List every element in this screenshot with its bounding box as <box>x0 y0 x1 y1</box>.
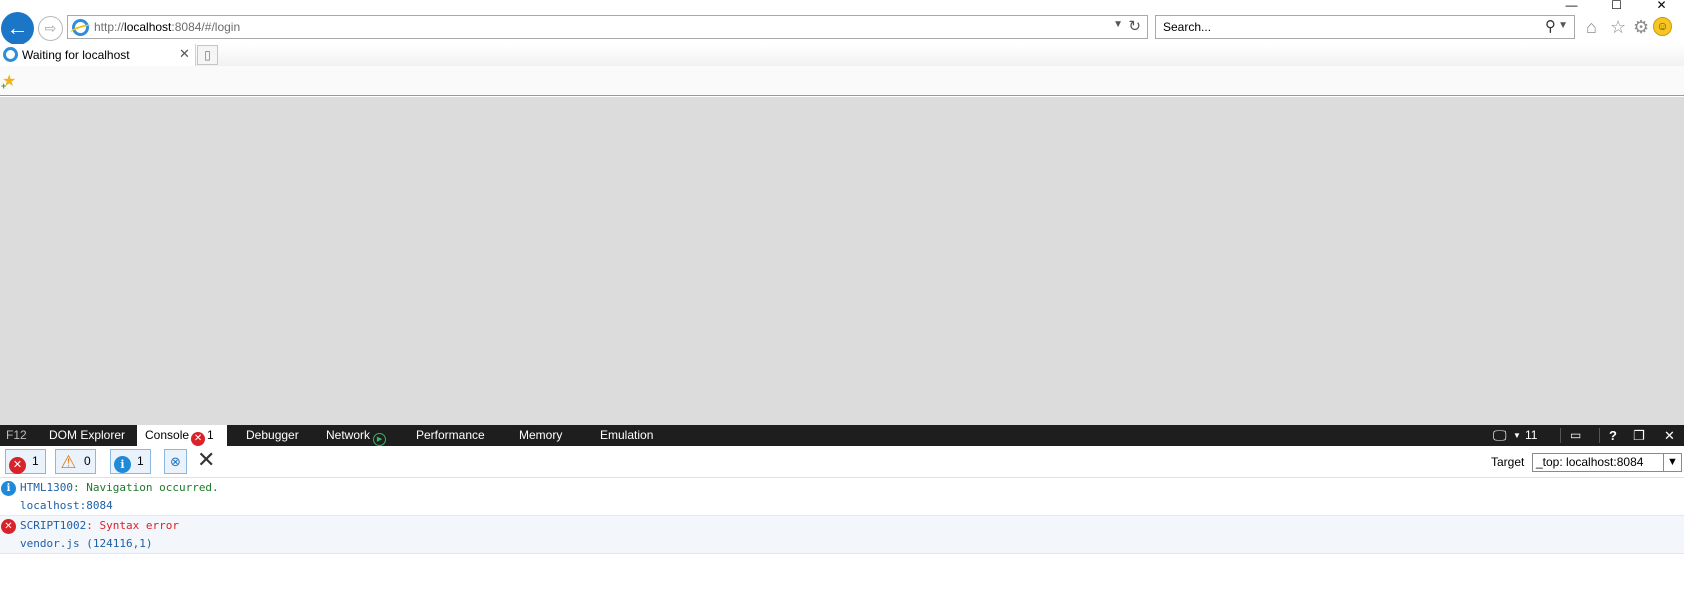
minimize-button[interactable]: — <box>1549 0 1594 12</box>
gear-icon[interactable]: ⚙ <box>1633 17 1649 37</box>
target-select[interactable]: _top: localhost:8084 ▼ <box>1532 453 1682 472</box>
favorites-bar: ★ + <box>0 66 1684 96</box>
message-code[interactable]: HTML1300 <box>20 481 73 494</box>
console-toggle-icon[interactable]: ▭ <box>1570 425 1581 446</box>
tab-strip: Waiting for localhost ✕ ▯ <box>0 44 1684 66</box>
back-arrow-icon: ← <box>6 15 29 40</box>
close-icon[interactable]: ✕ <box>179 46 190 62</box>
warnings-count: 0 <box>84 454 91 468</box>
help-button[interactable]: ? <box>1609 425 1617 446</box>
chevron-down-icon[interactable]: ▼ <box>1113 19 1123 30</box>
navigation-bar: ← ⇨ http://localhost:8084/#/login ▼ ↻ Se… <box>0 12 1684 45</box>
url-path: :8084/#/login <box>171 20 241 34</box>
info-icon: i <box>114 456 131 473</box>
message-source-link[interactable]: vendor.js (124116,1) <box>20 537 152 550</box>
tab-network[interactable]: Network ▶ <box>326 425 387 446</box>
error-icon: ✕ <box>9 457 26 474</box>
tab-console-label: Console <box>145 428 190 442</box>
message-line: HTML1300: Navigation occurred. <box>20 481 219 494</box>
warning-icon: ⚠ <box>60 452 77 472</box>
search-icon[interactable]: ⚲ <box>1545 17 1556 35</box>
ie-logo-icon <box>72 19 89 36</box>
warnings-filter-button[interactable]: ⚠ 0 <box>55 449 96 474</box>
url-text[interactable]: http://localhost:8084/#/login <box>94 20 240 34</box>
info-filter-button[interactable]: i1 <box>110 449 151 474</box>
console-error-count: 1 <box>207 428 214 442</box>
chevron-down-icon[interactable]: ▼ <box>1513 425 1521 446</box>
tab-debugger[interactable]: Debugger <box>246 425 299 446</box>
new-tab-icon: ▯ <box>204 48 211 62</box>
error-icon: ✕ <box>191 432 206 446</box>
message-text: : Syntax error <box>86 519 179 532</box>
clear-on-navigate-button[interactable]: ⊗ <box>164 449 187 474</box>
message-text: : Navigation occurred. <box>72 481 219 494</box>
back-button[interactable]: ← <box>1 12 34 45</box>
console-toolbar: ✕ 1 ⚠ 0 i1 ⊗ ✕ Target _top: localhost:8084… <box>0 446 1684 478</box>
search-box[interactable]: Search... ⚲ ▼ <box>1155 15 1575 39</box>
errors-filter-button[interactable]: ✕ 1 <box>5 449 46 474</box>
favorites-star-icon[interactable]: ☆ <box>1610 17 1626 37</box>
new-tab-button[interactable]: ▯ <box>197 45 218 65</box>
errors-count: 1 <box>32 454 39 468</box>
target-value: _top: localhost:8084 <box>1536 455 1644 469</box>
tab-dom-explorer[interactable]: DOM Explorer <box>49 425 125 446</box>
url-host: localhost <box>124 20 172 34</box>
chevron-down-icon[interactable]: ▼ <box>1558 20 1568 31</box>
url-prefix: http:// <box>94 20 125 34</box>
forward-button[interactable]: ⇨ <box>38 16 63 41</box>
target-label: Target <box>1491 455 1525 469</box>
info-icon: i <box>1 481 16 496</box>
play-icon: ▶ <box>373 433 387 446</box>
info-count: 1 <box>137 454 144 468</box>
close-devtools-icon[interactable]: ✕ <box>1664 425 1675 446</box>
tab-network-label: Network <box>326 428 371 442</box>
search-input[interactable]: Search... <box>1163 20 1211 34</box>
tab-console[interactable]: Console ✕ 1 <box>137 425 227 446</box>
ie-logo-icon <box>3 47 18 62</box>
console-message: ✕ SCRIPT1002: Syntax error vendor.js (12… <box>0 516 1684 554</box>
browser-tab[interactable]: Waiting for localhost ✕ <box>0 44 196 66</box>
monitor-icon[interactable]: 🖵 <box>1493 425 1507 446</box>
devtools-f12-label: F12 <box>6 428 27 442</box>
error-icon: ✕ <box>1 519 16 534</box>
maximize-button[interactable]: ☐ <box>1594 0 1639 12</box>
undock-icon[interactable]: ❐ <box>1633 425 1645 446</box>
devtools-tab-bar: F12 DOM Explorer Console ✕ 1 Debugger Netw… <box>0 425 1684 446</box>
window-controls: — ☐ ✕ <box>1549 0 1684 12</box>
clear-console-icon[interactable]: ✕ <box>197 448 215 472</box>
forward-arrow-icon: ⇨ <box>44 20 57 36</box>
home-icon[interactable]: ⌂ <box>1586 17 1597 37</box>
chevron-down-icon[interactable]: ▼ <box>1663 454 1681 471</box>
console-message: i HTML1300: Navigation occurred. localho… <box>0 478 1684 516</box>
document-mode[interactable]: 11 <box>1525 425 1537 446</box>
feedback-smiley-icon[interactable]: ☺ <box>1653 17 1672 36</box>
plus-icon: + <box>1 81 7 91</box>
address-bar[interactable]: http://localhost:8084/#/login ▼ ↻ <box>67 15 1148 39</box>
message-source-link[interactable]: localhost:8084 <box>20 499 113 512</box>
message-line: SCRIPT1002: Syntax error <box>20 519 179 532</box>
refresh-icon[interactable]: ↻ <box>1128 17 1141 35</box>
tab-memory[interactable]: Memory <box>519 425 562 446</box>
tab-performance[interactable]: Performance <box>416 425 485 446</box>
page-viewport <box>0 97 1684 425</box>
tab-emulation[interactable]: Emulation <box>600 425 653 446</box>
message-code[interactable]: SCRIPT1002 <box>20 519 86 532</box>
clear-on-navigate-icon: ⊗ <box>170 454 181 469</box>
close-window-button[interactable]: ✕ <box>1639 0 1684 12</box>
tab-title: Waiting for localhost <box>22 48 130 62</box>
